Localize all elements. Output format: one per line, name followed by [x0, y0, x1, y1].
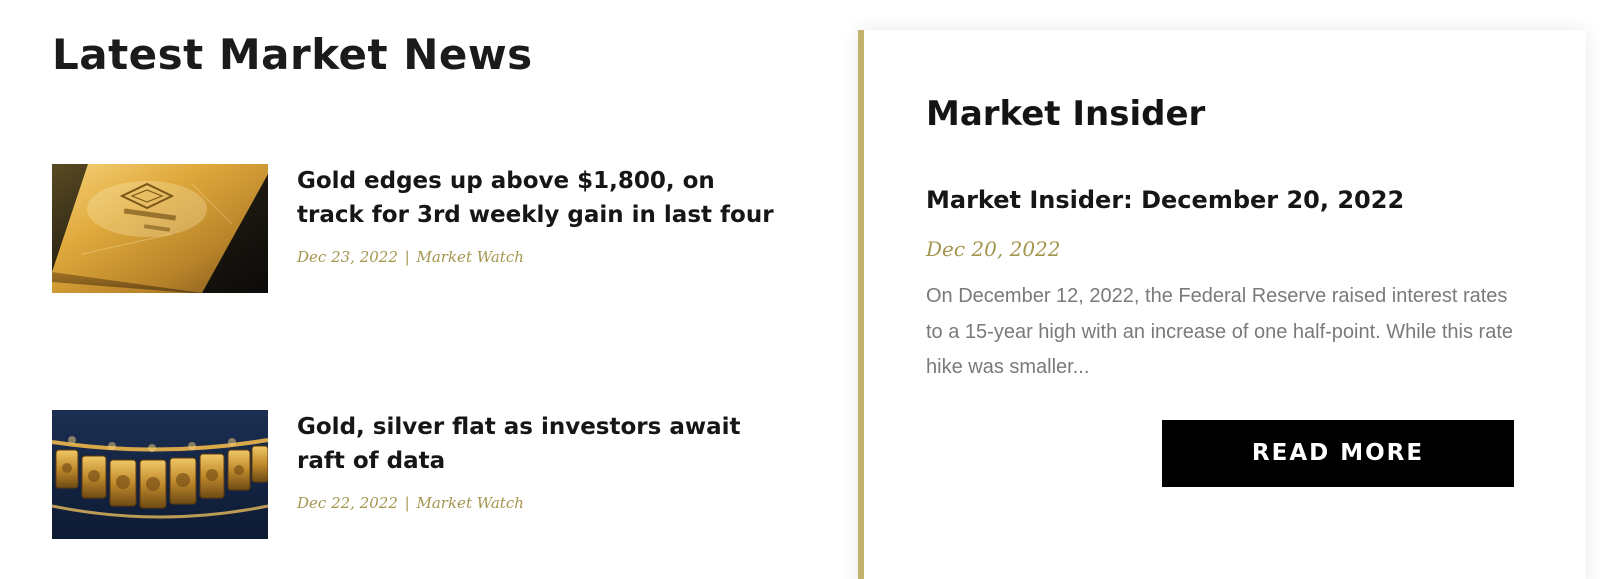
news-date: Dec 22, 2022	[297, 494, 398, 512]
news-headline-link[interactable]: Gold edges up above $1,800, on track for…	[297, 164, 777, 232]
market-insider-card: Market Insider Market Insider: December …	[858, 30, 1586, 579]
news-thumbnail-gold-bar[interactable]	[52, 164, 268, 293]
card-title: Market Insider	[926, 94, 1206, 134]
read-more-button[interactable]: READ MORE	[1162, 420, 1514, 487]
news-item: Gold, silver flat as investors await raf…	[52, 410, 782, 540]
gold-bar-image	[52, 164, 268, 293]
section-title: Latest Market News	[52, 30, 533, 79]
news-item: Gold edges up above $1,800, on track for…	[52, 164, 782, 294]
news-meta: Dec 22, 2022 | Market Watch	[297, 494, 524, 512]
news-meta: Dec 23, 2022 | Market Watch	[297, 248, 524, 266]
news-source-link[interactable]: Market Watch	[417, 248, 524, 266]
news-date: Dec 23, 2022	[297, 248, 398, 266]
insider-post-date: Dec 20, 2022	[926, 237, 1061, 261]
news-thumbnail-gold-necklace[interactable]	[52, 410, 268, 539]
meta-separator: |	[404, 248, 410, 266]
news-headline-link[interactable]: Gold, silver flat as investors await raf…	[297, 410, 777, 478]
insider-post-excerpt: On December 12, 2022, the Federal Reserv…	[926, 285, 1513, 378]
insider-post-title-link[interactable]: Market Insider: December 20, 2022	[926, 186, 1404, 214]
meta-separator: |	[404, 494, 410, 512]
gold-necklace-image	[52, 410, 268, 539]
latest-news-section: Latest Market News Gold edges up above $…	[52, 0, 782, 579]
news-source-link[interactable]: Market Watch	[417, 494, 524, 512]
